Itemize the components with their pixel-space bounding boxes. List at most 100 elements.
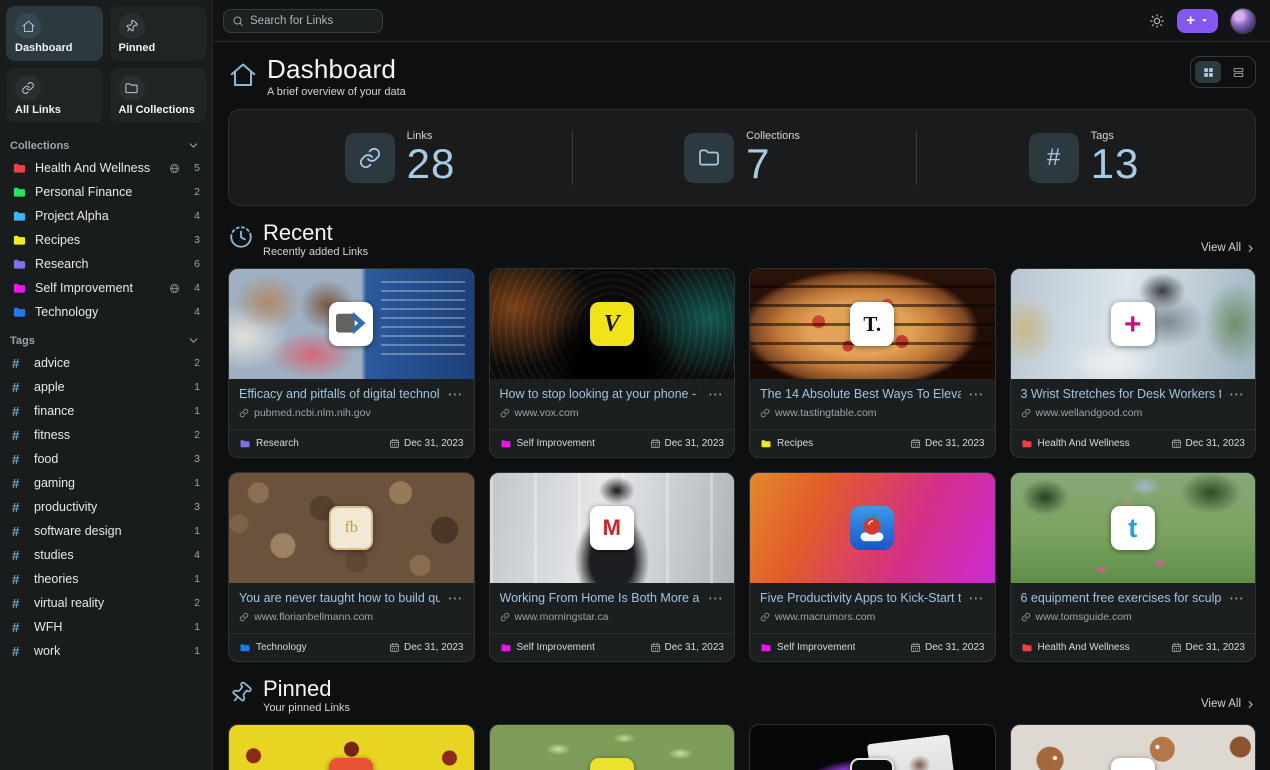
card-collection[interactable]: Health And Wellness xyxy=(1021,438,1130,450)
tag-item-theories[interactable]: #theories1 xyxy=(0,567,212,591)
hash-icon: # xyxy=(12,380,26,395)
collection-item-technology[interactable]: Technology 4 xyxy=(0,300,212,324)
link-url[interactable]: www.florianbellmann.com xyxy=(239,611,464,623)
link-card[interactable]: M Working From Home Is Both More and L..… xyxy=(489,472,736,662)
link-title[interactable]: Five Productivity Apps to Kick-Start the… xyxy=(760,591,961,605)
more-options-icon[interactable]: ⋯ xyxy=(708,390,724,399)
link-card[interactable]: V How to stop looking at your phone - Vo… xyxy=(489,268,736,458)
tag-item-gaming[interactable]: #gaming1 xyxy=(0,471,212,495)
link-card[interactable]: fb You are never taught how to build qua… xyxy=(228,472,475,662)
tag-item-apple[interactable]: #apple1 xyxy=(0,375,212,399)
pinned-link-card[interactable] xyxy=(489,724,736,770)
pinned-link-card[interactable] xyxy=(228,724,475,770)
list-view-button[interactable] xyxy=(1225,61,1251,83)
sidebar-item-dashboard[interactable]: Dashboard xyxy=(6,6,103,61)
site-logo-tomsguide: t xyxy=(1111,506,1155,550)
tag-item-software-design[interactable]: #software design1 xyxy=(0,519,212,543)
collection-item-self-improvement[interactable]: Self Improvement 4 xyxy=(0,276,212,300)
pinned-section-header: Pinned Your pinned Links View All xyxy=(228,677,1256,714)
link-title[interactable]: 6 equipment free exercises for sculpting… xyxy=(1021,591,1222,605)
more-options-icon[interactable]: ⋯ xyxy=(969,594,985,603)
collections-section-header[interactable]: Collections xyxy=(0,129,212,156)
link-url[interactable]: www.tomsguide.com xyxy=(1021,611,1246,623)
tag-item-food[interactable]: #food3 xyxy=(0,447,212,471)
card-date: Dec 31, 2023 xyxy=(1171,438,1246,449)
link-card[interactable]: Five Productivity Apps to Kick-Start the… xyxy=(749,472,996,662)
link-url[interactable]: www.macrumors.com xyxy=(760,611,985,623)
collection-item-personal-finance[interactable]: Personal Finance 2 xyxy=(0,180,212,204)
folder-icon xyxy=(12,257,27,272)
tag-item-advice[interactable]: #advice2 xyxy=(0,351,212,375)
link-url[interactable]: www.tastingtable.com xyxy=(760,407,985,419)
more-options-icon[interactable]: ⋯ xyxy=(1229,390,1245,399)
link-card[interactable]: t 6 equipment free exercises for sculpti… xyxy=(1010,472,1257,662)
site-logo xyxy=(850,758,894,770)
avatar[interactable] xyxy=(1230,8,1256,34)
card-collection[interactable]: Technology xyxy=(239,642,307,654)
link-url[interactable]: www.vox.com xyxy=(500,407,725,419)
more-options-icon[interactable]: ⋯ xyxy=(708,594,724,603)
more-options-icon[interactable]: ⋯ xyxy=(448,594,464,603)
link-title[interactable]: How to stop looking at your phone - Vox xyxy=(500,387,701,401)
card-collection[interactable]: Research xyxy=(239,438,299,450)
tag-count: 1 xyxy=(194,621,200,633)
pinned-view-all-link[interactable]: View All xyxy=(1201,698,1256,714)
tag-item-work[interactable]: #work1 xyxy=(0,639,212,663)
sidebar-item-all-collections[interactable]: All Collections xyxy=(110,68,207,123)
grid-view-button[interactable] xyxy=(1195,61,1221,83)
search-icon xyxy=(232,15,244,27)
pinned-link-card[interactable] xyxy=(1010,724,1257,770)
hash-icon: # xyxy=(12,644,26,659)
link-url[interactable]: pubmed.ncbi.nlm.nih.gov xyxy=(239,407,464,419)
link-url[interactable]: www.wellandgood.com xyxy=(1021,407,1246,419)
card-collection[interactable]: Self Improvement xyxy=(500,642,595,654)
chevron-down-icon[interactable] xyxy=(187,139,200,152)
link-title[interactable]: 3 Wrist Stretches for Desk Workers to D.… xyxy=(1021,387,1222,401)
tags-section-header[interactable]: Tags xyxy=(0,324,212,351)
card-collection[interactable]: Recipes xyxy=(760,438,813,450)
search-box[interactable] xyxy=(223,9,383,33)
recent-view-all-link[interactable]: View All xyxy=(1201,242,1256,258)
tag-item-productivity[interactable]: #productivity3 xyxy=(0,495,212,519)
sidebar-item-all-links[interactable]: All Links xyxy=(6,68,103,123)
collection-count: 4 xyxy=(194,210,200,222)
more-options-icon[interactable]: ⋯ xyxy=(448,390,464,399)
card-collection[interactable]: Self Improvement xyxy=(760,642,855,654)
tag-item-studies[interactable]: #studies4 xyxy=(0,543,212,567)
collection-item-recipes[interactable]: Recipes 3 xyxy=(0,228,212,252)
more-options-icon[interactable]: ⋯ xyxy=(969,390,985,399)
link-title[interactable]: The 14 Absolute Best Ways To Elevate Fr.… xyxy=(760,387,961,401)
search-input[interactable] xyxy=(250,15,374,27)
sidebar-item-label: All Links xyxy=(15,104,94,116)
collection-item-research[interactable]: Research 6 xyxy=(0,252,212,276)
link-card[interactable]: T. The 14 Absolute Best Ways To Elevate … xyxy=(749,268,996,458)
tag-count: 3 xyxy=(194,453,200,465)
pinned-link-card[interactable] xyxy=(749,724,996,770)
more-options-icon[interactable]: ⋯ xyxy=(1229,594,1245,603)
collection-count: 4 xyxy=(194,306,200,318)
recent-section-header: Recent Recently added Links View All xyxy=(228,221,1256,258)
sidebar-item-pinned[interactable]: Pinned xyxy=(110,6,207,61)
theme-toggle-button[interactable] xyxy=(1149,13,1165,29)
link-title[interactable]: Efficacy and pitfalls of digital technol… xyxy=(239,387,440,401)
link-card[interactable]: + 3 Wrist Stretches for Desk Workers to … xyxy=(1010,268,1257,458)
link-url[interactable]: www.morningstar.ca xyxy=(500,611,725,623)
link-card[interactable]: Efficacy and pitfalls of digital technol… xyxy=(228,268,475,458)
collection-item-health-and-wellness[interactable]: Health And Wellness 5 xyxy=(0,156,212,180)
collection-item-project-alpha[interactable]: Project Alpha 4 xyxy=(0,204,212,228)
card-date: Dec 31, 2023 xyxy=(389,642,464,653)
tag-item-wfh[interactable]: #WFH1 xyxy=(0,615,212,639)
tag-item-fitness[interactable]: #fitness2 xyxy=(0,423,212,447)
calendar-icon xyxy=(910,438,921,449)
link-title[interactable]: You are never taught how to build qualit… xyxy=(239,591,440,605)
add-new-button[interactable]: + xyxy=(1177,9,1218,33)
link-title[interactable]: Working From Home Is Both More and L... xyxy=(500,591,701,605)
sidebar-item-label: All Collections xyxy=(119,104,198,116)
tag-item-virtual-reality[interactable]: #virtual reality2 xyxy=(0,591,212,615)
sidebar: Dashboard Pinned All Links All Collectio… xyxy=(0,0,213,770)
card-collection[interactable]: Health And Wellness xyxy=(1021,642,1130,654)
tag-item-finance[interactable]: #finance1 xyxy=(0,399,212,423)
chevron-down-icon[interactable] xyxy=(187,334,200,347)
card-collection[interactable]: Self Improvement xyxy=(500,438,595,450)
site-logo-vox: V xyxy=(590,302,634,346)
